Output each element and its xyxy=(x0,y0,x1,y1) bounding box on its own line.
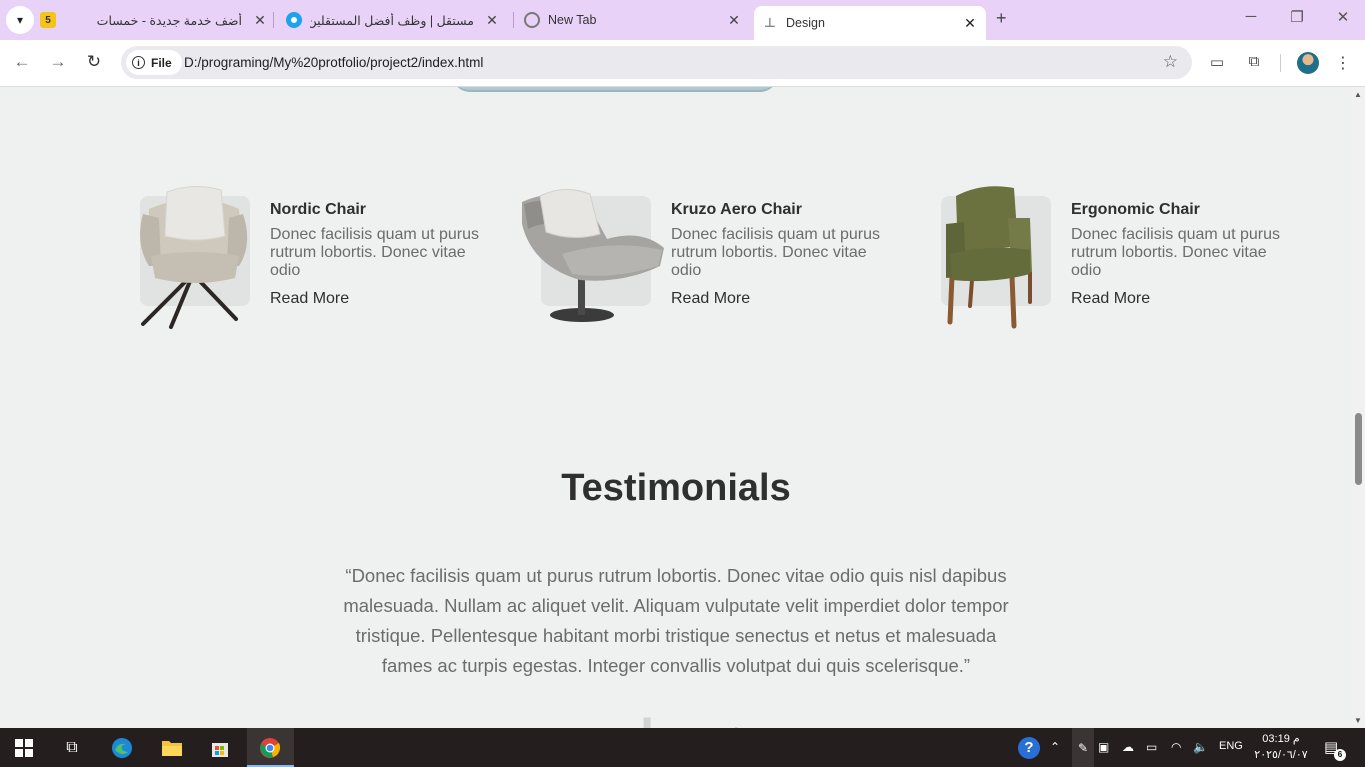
restore-window-button[interactable]: ❐ xyxy=(1282,8,1312,26)
scroll-down-arrow-icon[interactable]: ▼ xyxy=(1354,716,1362,725)
product-info: Ergonomic Chair Donec facilisis quam ut … xyxy=(1071,201,1296,308)
taskbar-edge[interactable] xyxy=(110,736,134,760)
address-bar[interactable]: i File D:/programing/My%20protfolio/proj… xyxy=(121,46,1192,79)
arrow-right-icon: → xyxy=(49,52,67,71)
tab-title: Design xyxy=(786,16,825,30)
tab-separator xyxy=(513,12,514,28)
toolbar-divider xyxy=(1280,54,1281,72)
onedrive-cloud-icon[interactable]: ☁ xyxy=(1122,740,1134,754)
taskbar-file-explorer[interactable] xyxy=(160,736,184,760)
profile-avatar[interactable] xyxy=(1297,52,1319,74)
system-clock[interactable]: 03:19 م ٢٠٢٥/٠٦/٠٧ xyxy=(1252,731,1310,763)
scrollbar-thumb[interactable] xyxy=(1355,413,1362,485)
tab-design[interactable]: ⊥ Design ✕ xyxy=(754,6,986,40)
store-bag-icon xyxy=(212,743,228,757)
close-tab-icon[interactable]: ✕ xyxy=(252,12,268,29)
khamsat-favicon-icon: 5 xyxy=(40,12,56,28)
product-title: Ergonomic Chair xyxy=(1071,201,1200,218)
folder-icon xyxy=(162,741,182,756)
url-text[interactable]: D:/programing/My%20protfolio/project2/in… xyxy=(184,55,483,70)
mostaql-favicon-icon xyxy=(286,12,302,28)
read-more-link[interactable]: Read More xyxy=(270,290,495,308)
reload-button[interactable]: ↻ xyxy=(82,52,106,72)
new-tab-button[interactable]: + xyxy=(996,8,1007,29)
screen-capture-icon[interactable]: ▭ xyxy=(1206,53,1228,71)
close-window-button[interactable]: ✕ xyxy=(1328,8,1358,26)
show-hidden-icons-chevron-up-icon[interactable]: ⌃ xyxy=(1050,740,1060,754)
page-scrollbar[interactable]: ▲ ▼ xyxy=(1352,87,1365,728)
testimonial-quote: “Donec facilisis quam ut purus rutrum lo… xyxy=(343,565,1009,676)
tab-search-button[interactable]: ▾ xyxy=(6,6,34,34)
product-title: Kruzo Aero Chair xyxy=(671,201,802,218)
pen-feather-icon[interactable]: ✎ xyxy=(1072,728,1094,767)
browser-tab-strip: ▾ 5 أضف خدمة جديدة - خمسات ✕ مستقل | وظف… xyxy=(0,0,1365,40)
menu-kebab-icon[interactable]: ⋮ xyxy=(1332,53,1354,73)
chevron-down-icon: ▾ xyxy=(16,13,24,27)
reload-icon: ↻ xyxy=(86,52,102,71)
hero-image-bottom-edge xyxy=(452,87,778,92)
tab-new-tab[interactable]: New Tab ✕ xyxy=(524,5,742,35)
input-language[interactable]: ENG xyxy=(1219,740,1243,752)
product-description: Donec facilisis quam ut purus rutrum lob… xyxy=(1071,226,1280,279)
wifi-icon[interactable]: ◠ xyxy=(1171,740,1181,754)
product-description: Donec facilisis quam ut purus rutrum lob… xyxy=(270,226,479,279)
tab-title: مستقل | وظف أفضل المستقلين لإنجاز xyxy=(310,13,474,28)
arrow-left-icon: ← xyxy=(13,52,31,71)
task-view-button[interactable]: ⧉ xyxy=(60,736,84,760)
clock-date: ٢٠٢٥/٠٦/٠٧ xyxy=(1254,749,1308,761)
product-card-ergonomic-chair: Ergonomic Chair Donec facilisis quam ut … xyxy=(922,184,1292,334)
chrome-logo-icon xyxy=(524,12,540,28)
product-card-nordic-chair: Nordic Chair Donec facilisis quam ut pur… xyxy=(121,184,491,334)
file-favicon-icon: ⊥ xyxy=(764,15,776,30)
info-icon: i xyxy=(132,56,145,69)
site-info-label: File xyxy=(151,55,172,70)
scroll-up-arrow-icon[interactable]: ▲ xyxy=(1354,90,1362,99)
tab-title: أضف خدمة جديدة - خمسات xyxy=(96,13,242,28)
windows-logo-icon xyxy=(15,739,33,757)
clock-time: 03:19 م xyxy=(1262,733,1300,745)
tab-mostaql[interactable]: مستقل | وظف أفضل المستقلين لإنجاز ✕ xyxy=(286,5,500,35)
taskbar-chrome[interactable] xyxy=(258,736,282,760)
restore-icon: ❐ xyxy=(1290,9,1304,26)
testimonials-heading: Testimonials xyxy=(561,467,791,509)
product-card-kruzo-aero-chair: Kruzo Aero Chair Donec facilisis quam ut… xyxy=(522,184,892,334)
read-more-link[interactable]: Read More xyxy=(1071,290,1296,308)
close-tab-icon[interactable]: ✕ xyxy=(484,12,500,29)
tab-separator xyxy=(273,12,274,28)
volume-speaker-icon[interactable]: 🔈 xyxy=(1193,740,1208,754)
chrome-logo-icon xyxy=(260,738,281,758)
tab-khamsat[interactable]: 5 أضف خدمة جديدة - خمسات ✕ xyxy=(40,5,268,35)
browser-toolbar: ← → ↻ i File D:/programing/My%20protfoli… xyxy=(0,40,1365,87)
page-viewport: Nordic Chair Donec facilisis quam ut pur… xyxy=(0,87,1352,728)
product-info: Kruzo Aero Chair Donec facilisis quam ut… xyxy=(671,201,896,308)
kruzo-aero-chair-image xyxy=(522,189,664,322)
back-button[interactable]: ← xyxy=(10,52,34,72)
product-info: Nordic Chair Donec facilisis quam ut pur… xyxy=(270,201,495,308)
edge-browser-icon xyxy=(112,738,132,758)
product-description: Donec facilisis quam ut purus rutrum lob… xyxy=(671,226,880,279)
forward-button[interactable]: → xyxy=(46,52,70,72)
meet-now-icon[interactable]: ▣ xyxy=(1098,740,1109,754)
site-info-chip[interactable]: i File xyxy=(126,50,182,75)
minimize-icon: ─ xyxy=(1245,8,1257,25)
task-view-icon: ⧉ xyxy=(66,739,78,756)
nordic-chair-image xyxy=(140,186,248,329)
read-more-link[interactable]: Read More xyxy=(671,290,896,308)
minimize-window-button[interactable]: ─ xyxy=(1236,8,1266,25)
close-tab-icon[interactable]: ✕ xyxy=(726,12,742,29)
tab-title: New Tab xyxy=(548,13,597,27)
close-tab-icon[interactable]: ✕ xyxy=(962,15,978,32)
windows-taskbar: ⧉ ? ⌃ ✎ ▣ ☁ ▭ ◠ 🔈 ENG 03:19 م ٢٠٢٥/٠٦/٠٧… xyxy=(0,728,1365,767)
taskbar-store[interactable] xyxy=(208,736,232,760)
help-icon[interactable]: ? xyxy=(1018,737,1040,759)
plus-icon: + xyxy=(996,8,1007,28)
extensions-puzzle-icon[interactable]: ⧉ xyxy=(1243,53,1265,70)
bookmark-star-icon[interactable]: ☆ xyxy=(1163,52,1178,72)
ergonomic-chair-image xyxy=(946,186,1032,329)
product-title: Nordic Chair xyxy=(270,201,367,218)
close-icon: ✕ xyxy=(1336,9,1350,26)
battery-icon[interactable]: ▭ xyxy=(1146,740,1157,754)
notification-count-badge: 6 xyxy=(1334,749,1346,761)
start-button[interactable] xyxy=(12,736,36,760)
